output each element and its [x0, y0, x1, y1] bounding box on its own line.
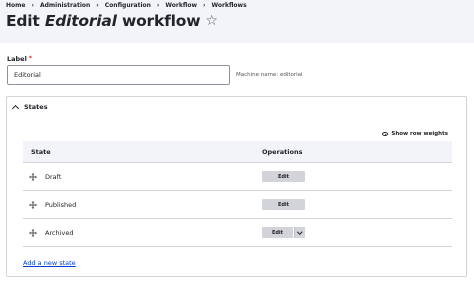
chevron-down-icon: [297, 229, 303, 234]
breadcrumb-separator: ›: [31, 2, 34, 9]
page-title-prefix: Edit: [6, 12, 45, 30]
breadcrumb-workflow[interactable]: Workflow: [165, 2, 197, 9]
state-label: Draft: [45, 173, 62, 181]
states-panel-toggle[interactable]: States: [11, 103, 48, 112]
table-row: Published Edit: [23, 191, 452, 219]
breadcrumb-home[interactable]: Home: [6, 2, 25, 9]
add-new-state-link[interactable]: Add a new state: [23, 259, 76, 267]
page-title-emphasis: Editorial: [44, 12, 117, 30]
edit-button[interactable]: Edit: [262, 227, 293, 238]
eye-icon: [382, 132, 389, 136]
breadcrumb: Home › Administration › Configuration › …: [6, 2, 247, 9]
machine-name: Machine name: editorial: [236, 72, 303, 78]
breadcrumb-separator: ›: [96, 2, 99, 9]
state-label: Published: [45, 201, 77, 209]
table-header: State Operations: [23, 141, 452, 163]
table-row: Draft Edit: [23, 163, 452, 191]
label-field-label: Label *: [7, 55, 32, 63]
label-input[interactable]: [7, 65, 230, 85]
operations-dropdown-toggle[interactable]: [294, 227, 305, 238]
drag-icon[interactable]: [29, 201, 37, 209]
star-icon[interactable]: ☆: [205, 14, 218, 28]
page-title: Edit Editorial workflow ☆: [6, 12, 218, 30]
required-marker: *: [28, 55, 32, 62]
show-row-weights-button[interactable]: Show row weights: [382, 131, 448, 137]
breadcrumb-separator: ›: [156, 2, 160, 9]
chevron-up-icon: [11, 104, 20, 112]
breadcrumb-workflows[interactable]: Workflows: [211, 2, 246, 9]
states-panel-title: States: [24, 103, 48, 111]
state-label: Archived: [45, 229, 74, 237]
states-panel: States Show row weights State Operations…: [6, 96, 467, 277]
edit-button[interactable]: Edit: [262, 199, 305, 210]
breadcrumb-separator: ›: [203, 2, 206, 9]
show-row-weights-label: Show row weights: [391, 131, 448, 137]
page-title-suffix: workflow: [116, 12, 201, 30]
breadcrumb-configuration[interactable]: Configuration: [105, 2, 151, 9]
drag-icon[interactable]: [29, 229, 37, 237]
table-row: Archived Edit: [23, 219, 452, 247]
label-field-label-text: Label: [7, 55, 27, 63]
column-header-operations: Operations: [262, 147, 303, 156]
states-table: State Operations Draft Edit Published Ed…: [23, 141, 452, 247]
breadcrumb-administration[interactable]: Administration: [40, 2, 90, 9]
edit-button[interactable]: Edit: [262, 171, 305, 182]
page-header: Home › Administration › Configuration › …: [0, 0, 474, 43]
drag-icon[interactable]: [29, 173, 37, 181]
column-header-state: State: [31, 147, 51, 156]
